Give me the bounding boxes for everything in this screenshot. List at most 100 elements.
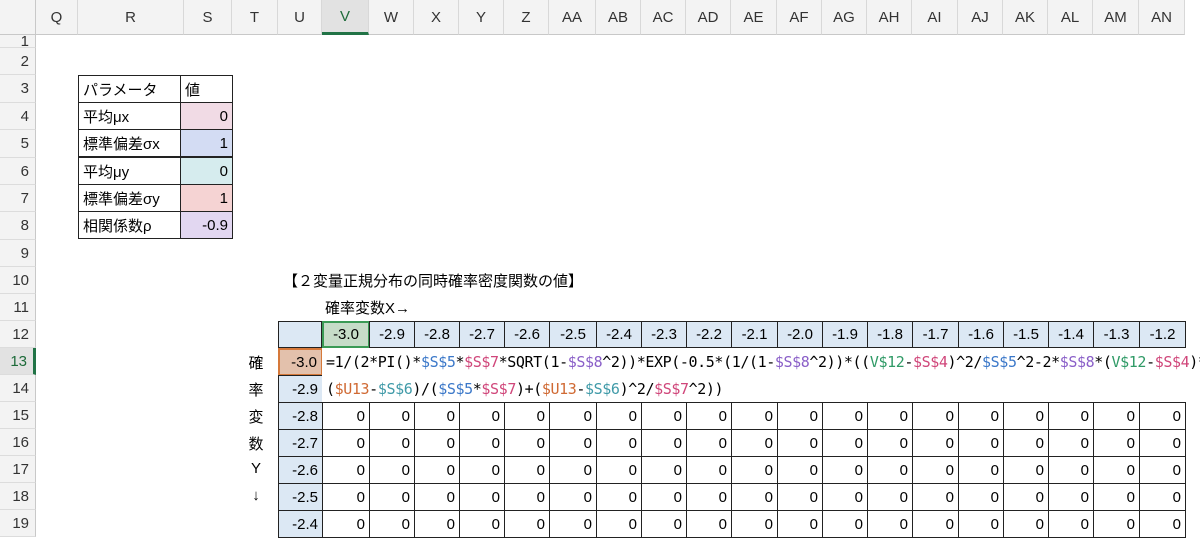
formula-line-2[interactable]: ($U13-$S$6)/($S$5*$S$7)+($U13-$S$6)^2/$S… (326, 380, 724, 398)
column-header-aa[interactable]: AA (549, 0, 596, 35)
x-value-header[interactable]: -2.0 (777, 321, 823, 348)
density-cell[interactable]: 0 (504, 456, 550, 484)
density-cell[interactable]: 0 (322, 510, 370, 538)
density-cell[interactable]: 0 (459, 510, 505, 538)
y-value-header[interactable]: -2.5 (278, 483, 323, 511)
density-cell[interactable]: 0 (686, 429, 732, 457)
column-header-ah[interactable]: AH (867, 0, 912, 35)
x-value-header[interactable]: -2.5 (549, 321, 597, 348)
density-cell[interactable]: 0 (867, 483, 913, 511)
x-value-header[interactable]: -1.2 (1139, 321, 1186, 348)
density-cell[interactable]: 0 (1048, 429, 1094, 457)
param-header-value[interactable]: 値 (180, 75, 233, 103)
y-value-header[interactable]: -2.9 (278, 375, 323, 403)
density-cell[interactable]: 0 (414, 429, 460, 457)
row-header-8[interactable]: 8 (0, 212, 36, 240)
density-cell[interactable]: 0 (1139, 510, 1186, 538)
density-cell[interactable]: 0 (822, 402, 868, 430)
density-cell[interactable]: 0 (414, 456, 460, 484)
x-value-header[interactable]: -2.6 (504, 321, 550, 348)
column-header-ak[interactable]: AK (1003, 0, 1048, 35)
density-cell[interactable]: 0 (414, 402, 460, 430)
density-cell[interactable]: 0 (731, 402, 778, 430)
column-header-ab[interactable]: AB (596, 0, 641, 35)
density-cell[interactable]: 0 (912, 456, 959, 484)
row-header-6[interactable]: 6 (0, 158, 36, 185)
column-header-ai[interactable]: AI (912, 0, 958, 35)
density-cell[interactable]: 0 (912, 483, 959, 511)
density-cell[interactable]: 0 (958, 429, 1004, 457)
density-cell[interactable]: 0 (459, 456, 505, 484)
density-cell[interactable]: 0 (822, 483, 868, 511)
row-header-17[interactable]: 17 (0, 456, 36, 483)
param-label[interactable]: 標準偏差σx (78, 129, 181, 157)
param-value[interactable]: 1 (180, 129, 233, 157)
density-cell[interactable]: 0 (641, 429, 687, 457)
row-header-18[interactable]: 18 (0, 483, 36, 510)
param-value[interactable]: 0 (180, 102, 233, 130)
column-header-am[interactable]: AM (1093, 0, 1139, 35)
row-header-5[interactable]: 5 (0, 130, 36, 158)
density-cell[interactable]: 0 (777, 510, 823, 538)
density-cell[interactable]: 0 (1003, 456, 1049, 484)
x-value-header[interactable]: -1.7 (912, 321, 959, 348)
row-header-15[interactable]: 15 (0, 402, 36, 429)
column-header-v[interactable]: V (322, 0, 369, 35)
column-header-q[interactable]: Q (36, 0, 78, 35)
density-cell[interactable]: 0 (549, 456, 597, 484)
density-cell[interactable]: 0 (641, 456, 687, 484)
x-value-header[interactable]: -1.8 (867, 321, 913, 348)
density-cell[interactable]: 0 (549, 402, 597, 430)
row-header-1[interactable]: 1 (0, 33, 36, 50)
param-value[interactable]: -0.9 (180, 211, 233, 239)
density-cell[interactable]: 0 (369, 402, 415, 430)
column-header-w[interactable]: W (369, 0, 414, 35)
density-cell[interactable]: 0 (1093, 483, 1140, 511)
density-cell[interactable]: 0 (322, 402, 370, 430)
density-cell[interactable]: 0 (1048, 402, 1094, 430)
density-cell[interactable]: 0 (731, 510, 778, 538)
density-cell[interactable]: 0 (1139, 456, 1186, 484)
density-cell[interactable]: 0 (369, 456, 415, 484)
x-value-header[interactable]: -2.8 (414, 321, 460, 348)
density-cell[interactable]: 0 (958, 402, 1004, 430)
matrix-corner-cell[interactable] (278, 321, 322, 348)
density-cell[interactable]: 0 (504, 510, 550, 538)
density-cell[interactable]: 0 (867, 402, 913, 430)
row-header-16[interactable]: 16 (0, 429, 36, 456)
density-cell[interactable]: 0 (1003, 483, 1049, 511)
param-label[interactable]: 平均μx (78, 102, 181, 130)
density-cell[interactable]: 0 (1139, 483, 1186, 511)
density-cell[interactable]: 0 (867, 456, 913, 484)
y-value-header[interactable]: -2.6 (278, 456, 323, 484)
density-cell[interactable]: 0 (1048, 456, 1094, 484)
column-header-af[interactable]: AF (777, 0, 822, 35)
density-cell[interactable]: 0 (958, 483, 1004, 511)
density-cell[interactable]: 0 (641, 402, 687, 430)
density-cell[interactable]: 0 (1093, 429, 1140, 457)
density-cell[interactable]: 0 (549, 429, 597, 457)
density-cell[interactable]: 0 (731, 456, 778, 484)
row-header-19[interactable]: 19 (0, 510, 36, 537)
density-cell[interactable]: 0 (822, 510, 868, 538)
density-cell[interactable]: 0 (459, 483, 505, 511)
density-cell[interactable]: 0 (1093, 510, 1140, 538)
density-cell[interactable]: 0 (1093, 402, 1140, 430)
density-cell[interactable]: 0 (322, 483, 370, 511)
density-cell[interactable]: 0 (777, 402, 823, 430)
row-header-3[interactable]: 3 (0, 75, 36, 103)
density-cell[interactable]: 0 (1048, 510, 1094, 538)
row-header-11[interactable]: 11 (0, 294, 36, 321)
density-cell[interactable]: 0 (912, 429, 959, 457)
x-value-header[interactable]: -2.2 (686, 321, 732, 348)
density-cell[interactable]: 0 (549, 510, 597, 538)
x-value-header[interactable]: -1.3 (1093, 321, 1140, 348)
x-value-header[interactable]: -1.5 (1003, 321, 1049, 348)
density-cell[interactable]: 0 (596, 510, 642, 538)
density-cell[interactable]: 0 (822, 429, 868, 457)
x-value-header[interactable]: -2.3 (641, 321, 687, 348)
density-cell[interactable]: 0 (369, 483, 415, 511)
density-cell[interactable]: 0 (958, 456, 1004, 484)
density-cell[interactable]: 0 (1048, 483, 1094, 511)
y-value-header[interactable]: -2.8 (278, 402, 323, 430)
